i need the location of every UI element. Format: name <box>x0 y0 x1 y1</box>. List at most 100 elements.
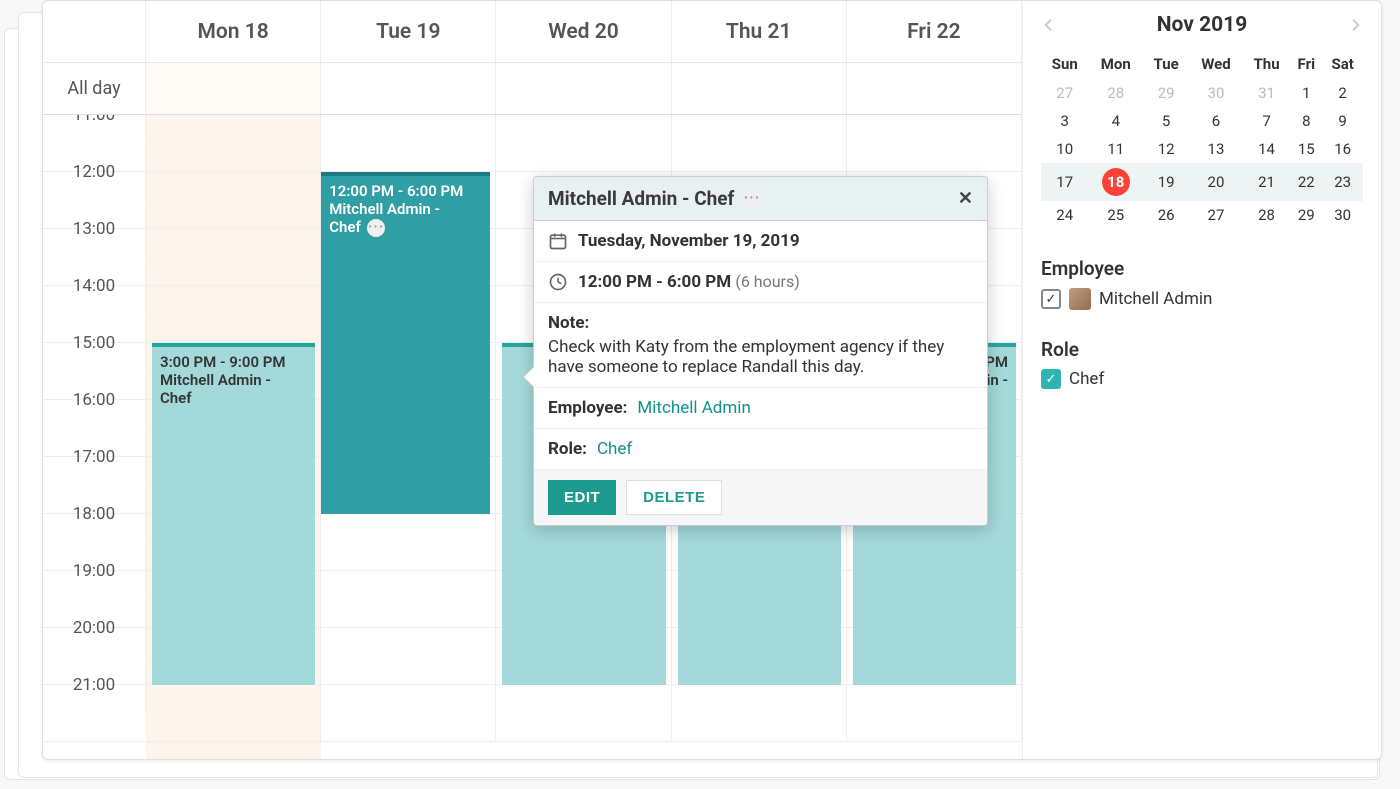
time-label: 20:00 <box>43 600 146 656</box>
time-label: 18:00 <box>43 486 146 542</box>
day-header-mon[interactable]: Mon 18 <box>146 1 321 62</box>
time-label: 12:00 <box>43 144 146 200</box>
mini-calendar-day[interactable]: 27 <box>1041 79 1088 107</box>
mini-calendar-row: 24252627282930 <box>1041 201 1363 229</box>
mini-calendar-day[interactable]: 16 <box>1322 135 1363 163</box>
mini-calendar-day[interactable]: 5 <box>1143 107 1189 135</box>
mini-calendar-day[interactable]: 11 <box>1088 135 1143 163</box>
prev-month-button[interactable] <box>1041 17 1057 33</box>
edit-button[interactable]: EDIT <box>548 480 616 515</box>
popover-pointer <box>524 367 534 387</box>
popover-actions: EDIT DELETE <box>534 470 987 525</box>
mini-calendar-day[interactable]: 25 <box>1088 201 1143 229</box>
mini-calendar-day[interactable]: 28 <box>1243 201 1291 229</box>
dow-wed: Wed <box>1189 49 1243 79</box>
mini-calendar-day[interactable]: 19 <box>1143 163 1189 201</box>
allday-cell-tue[interactable] <box>321 63 496 114</box>
mini-calendar-day[interactable]: 24 <box>1041 201 1088 229</box>
event-person: Mitchell Admin - <box>160 371 307 389</box>
mini-calendar-day[interactable]: 26 <box>1143 201 1189 229</box>
mini-calendar-day[interactable]: 1 <box>1290 79 1322 107</box>
mini-calendar-day[interactable]: 17 <box>1041 163 1088 201</box>
popover-note-label: Note: <box>548 313 589 333</box>
mini-calendar-day[interactable]: 9 <box>1322 107 1363 135</box>
event-time: 12:00 PM - 6:00 PM <box>329 182 482 200</box>
popover-date-text: Tuesday, November 19, 2019 <box>578 231 800 251</box>
mini-calendar-day[interactable]: 2 <box>1322 79 1363 107</box>
mini-calendar-day[interactable]: 13 <box>1189 135 1243 163</box>
employee-checkbox[interactable]: ✓ <box>1041 289 1061 309</box>
allday-cell-fri[interactable] <box>847 63 1022 114</box>
mini-calendar-day[interactable]: 4 <box>1088 107 1143 135</box>
day-header-fri[interactable]: Fri 22 <box>847 1 1022 62</box>
day-header-thu[interactable]: Thu 21 <box>672 1 847 62</box>
allday-cell-wed[interactable] <box>496 63 671 114</box>
role-checkbox[interactable]: ✓ <box>1041 369 1061 389</box>
role-filter-section: Role ✓ Chef <box>1041 338 1363 389</box>
mini-calendar-day[interactable]: 12 <box>1143 135 1189 163</box>
mini-calendar-day[interactable]: 30 <box>1322 201 1363 229</box>
popover-title: Mitchell Admin - Chef • • • <box>548 187 760 210</box>
header-spacer <box>43 1 146 62</box>
delete-button[interactable]: DELETE <box>626 480 722 515</box>
mini-calendar-day[interactable]: 14 <box>1243 135 1291 163</box>
mini-calendar-row: 10111213141516 <box>1041 135 1363 163</box>
employee-name: Mitchell Admin <box>1099 289 1212 309</box>
calendar-icon <box>548 231 568 251</box>
employee-filter-header: Employee <box>1041 257 1363 280</box>
popover-time-text: 12:00 PM - 6:00 PM <box>578 272 731 292</box>
mini-calendar-day[interactable]: 29 <box>1290 201 1322 229</box>
time-row[interactable]: 11:00 <box>43 115 1022 172</box>
day-header-tue[interactable]: Tue 19 <box>321 1 496 62</box>
mini-calendar-day[interactable]: 29 <box>1143 79 1189 107</box>
mini-calendar-day[interactable]: 22 <box>1290 163 1322 201</box>
mini-calendar-day[interactable]: 15 <box>1290 135 1322 163</box>
calendar-area: Mon 18 Tue 19 Wed 20 Thu 21 Fri 22 All d… <box>43 1 1023 759</box>
mini-calendar-day[interactable]: 3 <box>1041 107 1088 135</box>
popover-role-link[interactable]: Chef <box>597 439 632 459</box>
popover-title-text: Mitchell Admin - Chef <box>548 187 734 210</box>
mini-calendar-day[interactable]: 27 <box>1189 201 1243 229</box>
day-header-wed[interactable]: Wed 20 <box>496 1 671 62</box>
popover-date-row: Tuesday, November 19, 2019 <box>534 221 987 262</box>
event-mon-chef[interactable]: 3:00 PM - 9:00 PM Mitchell Admin - Chef <box>152 343 315 685</box>
time-label: 19:00 <box>43 543 146 599</box>
event-role: Chef <box>160 389 307 407</box>
time-label: 14:00 <box>43 258 146 314</box>
event-tue-chef-selected[interactable]: 12:00 PM - 6:00 PM Mitchell Admin - Chef… <box>321 172 490 514</box>
allday-cell-thu[interactable] <box>672 63 847 114</box>
allday-cell-mon[interactable] <box>146 63 321 114</box>
dow-sun: Sun <box>1041 49 1088 79</box>
mini-calendar: Sun Mon Tue Wed Thu Fri Sat 272829303112… <box>1041 49 1363 229</box>
popover-close-button[interactable]: ✕ <box>958 188 973 209</box>
speech-bubble-icon: • • • <box>742 190 760 208</box>
popover-employee-link[interactable]: Mitchell Admin <box>637 398 750 418</box>
mini-calendar-day[interactable]: 18 <box>1088 163 1143 201</box>
role-filter-item[interactable]: ✓ Chef <box>1041 369 1363 389</box>
employee-filter-item[interactable]: ✓ Mitchell Admin <box>1041 288 1363 310</box>
mini-calendar-day[interactable]: 8 <box>1290 107 1322 135</box>
mini-calendar-day[interactable]: 7 <box>1243 107 1291 135</box>
popover-role-row: Role: Chef <box>534 429 987 470</box>
next-month-button[interactable] <box>1347 17 1363 33</box>
mini-calendar-day[interactable]: 20 <box>1189 163 1243 201</box>
mini-calendar-day[interactable]: 30 <box>1189 79 1243 107</box>
mini-calendar-day[interactable]: 28 <box>1088 79 1143 107</box>
mini-calendar-day[interactable]: 6 <box>1189 107 1243 135</box>
time-label: 13:00 <box>43 201 146 257</box>
time-row[interactable]: 21:00 <box>43 685 1022 742</box>
mini-calendar-row: 3456789 <box>1041 107 1363 135</box>
popover-note-text: Check with Katy from the employment agen… <box>548 337 973 377</box>
mini-calendar-day[interactable]: 10 <box>1041 135 1088 163</box>
role-name: Chef <box>1069 369 1104 389</box>
clock-icon <box>548 272 568 292</box>
event-role-line: Chef • • • <box>329 218 482 237</box>
time-label: 17:00 <box>43 429 146 485</box>
time-label: 16:00 <box>43 372 146 428</box>
mini-calendar-day[interactable]: 21 <box>1243 163 1291 201</box>
mini-calendar-day[interactable]: 23 <box>1322 163 1363 201</box>
mini-calendar-day[interactable]: 31 <box>1243 79 1291 107</box>
popover-role-label: Role: <box>548 439 587 459</box>
event-role: Chef <box>329 218 361 236</box>
note-indicator-icon: • • • <box>367 219 385 237</box>
